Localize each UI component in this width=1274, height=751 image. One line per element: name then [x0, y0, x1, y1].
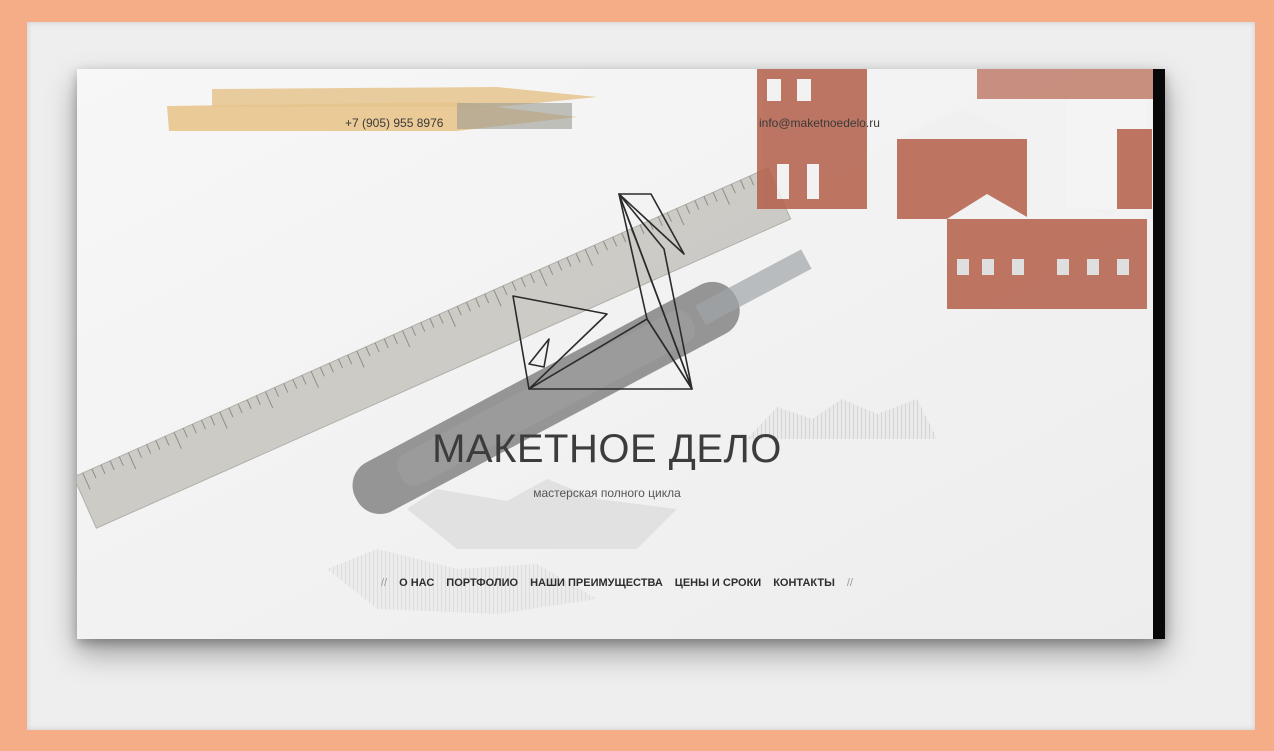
- brand-subtitle: мастерская полного цикла: [533, 486, 681, 500]
- main-navigation: // О НАС ПОРТФОЛИО НАШИ ПРЕИМУЩЕСТВА ЦЕН…: [357, 577, 877, 589]
- header-email[interactable]: info@maketnoedelo.ru: [759, 116, 880, 130]
- nav-separator-right: //: [846, 577, 853, 589]
- nav-item-advantages[interactable]: НАШИ ПРЕИМУЩЕСТВА: [530, 577, 663, 589]
- screen-edge: [1153, 69, 1165, 639]
- website-screenshot: +7 (905) 955 8976 info@maketnoedelo.ru М…: [77, 69, 1165, 639]
- header-phone[interactable]: +7 (905) 955 8976: [345, 116, 443, 130]
- nav-item-contacts[interactable]: КОНТАКТЫ: [773, 577, 835, 589]
- nav-item-portfolio[interactable]: ПОРТФОЛИО: [446, 577, 518, 589]
- brand-title: МАКЕТНОЕ ДЕЛО: [432, 427, 782, 471]
- nav-separator-left: //: [381, 577, 388, 589]
- nav-item-about[interactable]: О НАС: [399, 577, 434, 589]
- nav-item-prices[interactable]: ЦЕНЫ И СРОКИ: [675, 577, 761, 589]
- origami-swan-icon: [512, 193, 693, 390]
